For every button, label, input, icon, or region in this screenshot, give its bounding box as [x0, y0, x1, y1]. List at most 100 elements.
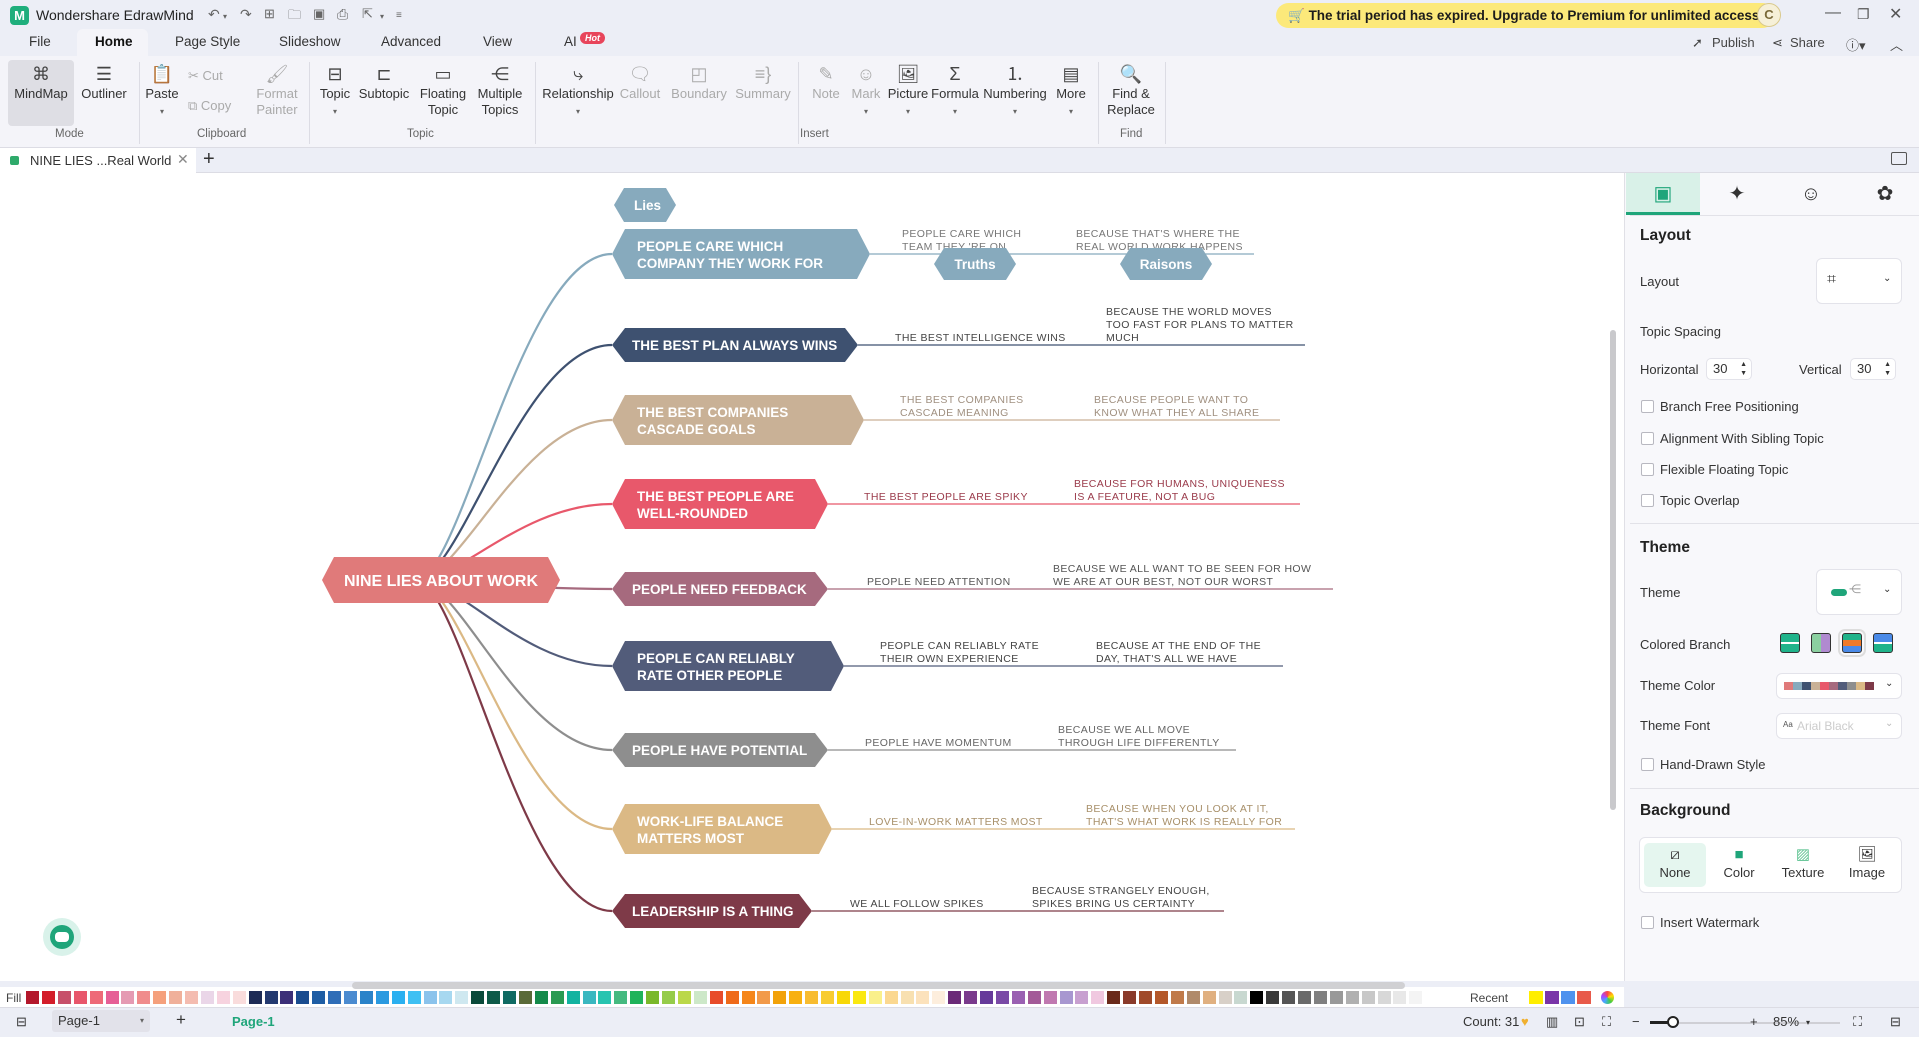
reason-subtopic-text[interactable]: BECAUSE WHEN YOU LOOK AT IT,: [1086, 803, 1269, 815]
palette-swatch[interactable]: [232, 991, 246, 1004]
layout-selector[interactable]: ⌗ ⌄: [1816, 258, 1902, 304]
fit-width-icon[interactable]: ⊟: [1890, 1014, 1901, 1030]
subtopic-button[interactable]: ⊏ Subtopic: [356, 62, 412, 102]
palette-swatch[interactable]: [1329, 991, 1343, 1004]
palette-swatch[interactable]: [630, 991, 644, 1004]
toggle-panel-icon[interactable]: [1891, 152, 1907, 165]
palette-swatch[interactable]: [1393, 991, 1407, 1004]
palette-swatch[interactable]: [471, 991, 485, 1004]
horizontal-spacing-input[interactable]: 30 ▲ ▼: [1706, 358, 1752, 380]
truth-subtopic-text[interactable]: PEOPLE NEED ATTENTION: [867, 576, 1011, 588]
palette-swatch[interactable]: [1313, 991, 1327, 1004]
close-tab-icon[interactable]: ✕: [177, 151, 189, 168]
panel-tab-ai[interactable]: ✦: [1700, 173, 1774, 215]
palette-swatch[interactable]: [137, 991, 151, 1004]
page-panel-toggle-icon[interactable]: ⊟: [16, 1014, 27, 1030]
reason-subtopic-text[interactable]: THAT'S WHAT WORK IS REALLY FOR: [1086, 816, 1282, 828]
zoom-dropdown-icon[interactable]: ▾: [1806, 1018, 1810, 1027]
palette-swatch[interactable]: [280, 991, 294, 1004]
palette-swatch[interactable]: [884, 991, 898, 1004]
palette-swatch[interactable]: [518, 991, 532, 1004]
zoom-level[interactable]: 85%: [1773, 1014, 1799, 1029]
palette-swatch[interactable]: [185, 991, 198, 1004]
palette-swatch[interactable]: [1027, 991, 1041, 1004]
palette-swatch[interactable]: [1202, 991, 1216, 1004]
paste-button[interactable]: 📋 Paste ▾: [144, 62, 180, 120]
truth-subtopic-text[interactable]: PEOPLE CAN RELIABLY RATE: [880, 640, 1039, 652]
reason-subtopic-text[interactable]: BECAUSE THAT'S WHERE THE: [1076, 228, 1240, 240]
palette-swatch[interactable]: [296, 991, 310, 1004]
find-replace-button[interactable]: 🔍 Find & Replace: [1104, 62, 1158, 118]
background-color-button[interactable]: ■ Color: [1708, 843, 1770, 887]
callout-button[interactable]: 🗨 Callout: [618, 62, 662, 102]
palette-swatch[interactable]: [503, 991, 516, 1004]
menu-tab-view[interactable]: View: [483, 34, 512, 49]
user-avatar[interactable]: C: [1757, 3, 1781, 27]
panel-tab-settings[interactable]: ✿: [1848, 173, 1919, 215]
palette-swatch[interactable]: [423, 991, 437, 1004]
palette-swatch[interactable]: [614, 991, 628, 1004]
palette-swatch[interactable]: [121, 991, 135, 1004]
reason-subtopic-text[interactable]: KNOW WHAT THEY ALL SHARE: [1094, 407, 1259, 419]
book-view-icon[interactable]: ▥: [1546, 1014, 1558, 1030]
main-topic[interactable]: [612, 804, 832, 854]
theme-font-selector[interactable]: Aa Arial Black ⌄: [1776, 713, 1902, 739]
palette-swatch[interactable]: [1059, 991, 1073, 1004]
background-texture-button[interactable]: ▨ Texture: [1772, 843, 1834, 887]
menu-tab-home[interactable]: Home: [95, 34, 133, 49]
palette-swatch[interactable]: [725, 991, 739, 1004]
recent-swatch[interactable]: [1545, 991, 1559, 1004]
palette-swatch[interactable]: [407, 991, 421, 1004]
palette-swatch[interactable]: [1186, 991, 1200, 1004]
palette-swatch[interactable]: [1107, 991, 1121, 1004]
palette-swatch[interactable]: [26, 991, 39, 1004]
vertical-spacing-input[interactable]: 30 ▲ ▼: [1850, 358, 1896, 380]
panel-tab-mark[interactable]: ☺: [1774, 173, 1848, 215]
palette-swatch[interactable]: [789, 991, 803, 1004]
palette-swatch[interactable]: [359, 991, 373, 1004]
more-dropdown-icon[interactable]: ▾: [1050, 104, 1092, 120]
palette-swatch[interactable]: [900, 991, 914, 1004]
truth-subtopic-text[interactable]: PEOPLE HAVE MOMENTUM: [865, 737, 1012, 749]
palette-swatch[interactable]: [741, 991, 755, 1004]
palette-swatch[interactable]: [1075, 991, 1089, 1004]
palette-swatch[interactable]: [1154, 991, 1168, 1004]
colored-branch-option-2[interactable]: [1811, 633, 1831, 653]
main-topic[interactable]: [612, 641, 844, 691]
recent-swatch[interactable]: [1561, 991, 1575, 1004]
palette-swatch[interactable]: [455, 991, 469, 1004]
alignment-sibling-checkbox[interactable]: [1641, 432, 1654, 445]
vertical-scrollbar[interactable]: [1610, 330, 1616, 810]
palette-swatch[interactable]: [948, 991, 962, 1004]
palette-swatch[interactable]: [1377, 991, 1391, 1004]
topic-overlap-checkbox[interactable]: [1641, 494, 1654, 507]
palette-swatch[interactable]: [677, 991, 691, 1004]
palette-swatch[interactable]: [328, 991, 342, 1004]
theme-color-selector[interactable]: ⌄: [1776, 673, 1902, 699]
restore-icon[interactable]: ❐: [1857, 6, 1870, 23]
formula-button[interactable]: Σ Formula ▾: [930, 62, 980, 120]
palette-swatch[interactable]: [57, 991, 71, 1004]
menu-tab-page-style[interactable]: Page Style: [175, 34, 240, 49]
palette-swatch[interactable]: [1250, 991, 1264, 1004]
recent-swatch[interactable]: [1529, 991, 1543, 1004]
floating-topic-button[interactable]: ▭ Floating Topic: [414, 62, 472, 118]
export-icon[interactable]: ⇱: [362, 6, 373, 22]
zoom-out-icon[interactable]: −: [1632, 1014, 1640, 1029]
palette-swatch[interactable]: [169, 991, 183, 1004]
more-button[interactable]: ▤ More ▾: [1050, 62, 1092, 120]
multiple-topics-button[interactable]: ⋲ Multiple Topics: [472, 62, 528, 118]
reason-subtopic-text[interactable]: BECAUSE STRANGELY ENOUGH,: [1032, 885, 1210, 897]
redo-icon[interactable]: ↷: [240, 6, 252, 23]
colored-branch-option-1[interactable]: [1780, 633, 1800, 653]
background-image-button[interactable]: 🖼 Image: [1836, 843, 1898, 887]
relationship-button[interactable]: ⤷ Relationship ▾: [540, 62, 616, 120]
truth-subtopic-text[interactable]: THE BEST INTELLIGENCE WINS: [895, 332, 1066, 344]
palette-swatch[interactable]: [1282, 991, 1296, 1004]
picture-dropdown-icon[interactable]: ▾: [886, 104, 930, 120]
summary-button[interactable]: ≡} Summary: [732, 62, 794, 102]
palette-swatch[interactable]: [566, 991, 580, 1004]
menu-tab-advanced[interactable]: Advanced: [381, 34, 441, 49]
insert-watermark-checkbox[interactable]: [1641, 916, 1654, 929]
reason-subtopic-text[interactable]: BECAUSE AT THE END OF THE: [1096, 640, 1261, 652]
